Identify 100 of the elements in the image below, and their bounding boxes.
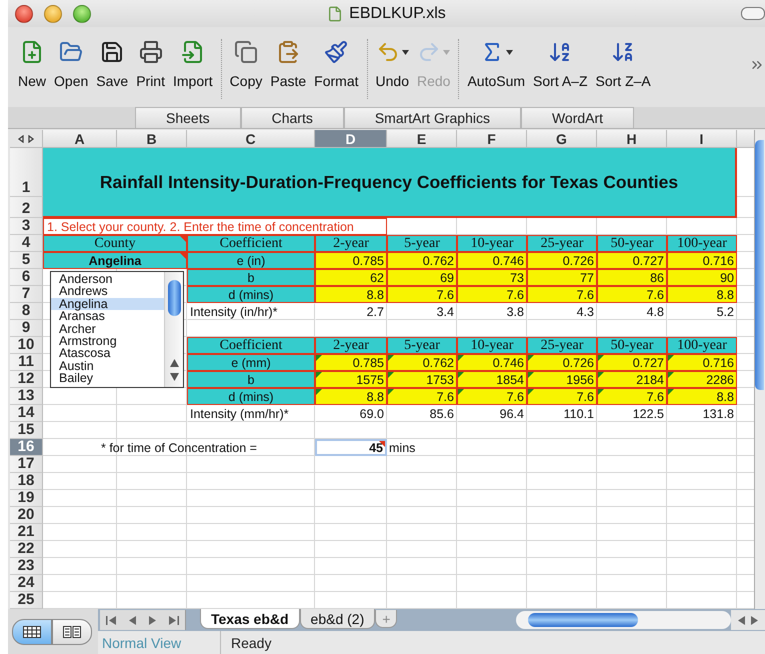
comment-flag-icon: [528, 389, 534, 395]
select-all-icon[interactable]: [18, 134, 34, 142]
list-option[interactable]: Armstrong: [51, 334, 164, 348]
sheet-tab[interactable]: eb&d (2): [300, 609, 376, 629]
table-cell: 5.2: [667, 303, 737, 320]
toolbar-button[interactable]: Import: [168, 39, 217, 100]
row-heading[interactable]: 4: [10, 235, 43, 252]
row-heading[interactable]: 16: [10, 439, 43, 456]
row-heading[interactable]: 18: [10, 473, 43, 490]
row-heading[interactable]: 24: [10, 575, 43, 592]
ribbon-tab[interactable]: Charts: [240, 107, 344, 128]
row-heading[interactable]: 19: [10, 490, 43, 507]
table-cell: 69.0: [315, 405, 387, 422]
zoom-button[interactable]: [73, 4, 91, 23]
down-arrow-icon[interactable]: [170, 373, 178, 381]
row-heading[interactable]: 9: [10, 320, 43, 337]
column-header: 10-year: [457, 337, 527, 354]
row-heading[interactable]: 10: [10, 337, 43, 354]
row-heading[interactable]: 22: [10, 541, 43, 558]
view-button[interactable]: [52, 618, 92, 644]
table-cell: 0.726: [527, 354, 597, 371]
ribbon-tab[interactable]: WordArt: [520, 107, 634, 128]
last-sheet-icon[interactable]: [168, 616, 179, 624]
list-option[interactable]: Archer: [51, 322, 164, 335]
comment-flag-icon: [388, 372, 394, 378]
scroll-thumb[interactable]: [528, 613, 638, 627]
row-heading[interactable]: 8: [10, 303, 43, 320]
up-arrow-icon[interactable]: [170, 359, 178, 367]
unit-text: mins: [388, 440, 416, 456]
toolbar-button[interactable]: AutoSum: [463, 39, 530, 100]
toolbar-toggle-button[interactable]: [741, 7, 765, 20]
ribbon-tab[interactable]: Sheets: [135, 107, 241, 128]
table-cell: 0.785: [315, 354, 387, 371]
scroll-left-icon[interactable]: [737, 616, 745, 624]
toolbar-button[interactable]: Paste: [266, 39, 310, 100]
row-heading[interactable]: 25: [10, 592, 43, 609]
column-heading[interactable]: I: [667, 130, 737, 148]
table-cell: 1575: [315, 371, 387, 388]
row-heading[interactable]: 7: [10, 286, 43, 303]
view-status: Normal View: [98, 631, 221, 654]
column-heading[interactable]: F: [457, 130, 527, 148]
row-heading[interactable]: 14: [10, 405, 43, 422]
list-option[interactable]: Anderson: [51, 273, 164, 286]
toolbar-button[interactable]: Sort Z–A: [592, 39, 655, 100]
row-label: e (in): [187, 252, 315, 269]
toolbar-button[interactable]: Sort A–Z: [529, 39, 592, 100]
row-label: Intensity (in/hr)*: [187, 303, 315, 320]
row-heading[interactable]: 1: [10, 148, 43, 197]
column-heading[interactable]: E: [387, 130, 457, 148]
column-heading[interactable]: C: [187, 130, 315, 148]
toolbar-button[interactable]: Save: [92, 39, 132, 100]
toolbar-button[interactable]: Open: [50, 39, 92, 100]
row-heading[interactable]: 6: [10, 269, 43, 286]
row-heading[interactable]: 11: [10, 354, 43, 371]
view-button[interactable]: [12, 618, 52, 644]
previous-sheet-icon[interactable]: [128, 616, 136, 624]
row-heading[interactable]: 2: [10, 197, 43, 218]
next-sheet-icon[interactable]: [148, 616, 157, 624]
list-option[interactable]: Atascosa: [51, 347, 164, 360]
table-cell: 7.6: [597, 388, 667, 405]
input-field[interactable]: 45: [315, 439, 387, 456]
close-button[interactable]: [15, 4, 33, 23]
ribbon-tab[interactable]: SmartArt Graphics: [344, 107, 521, 128]
column-heading[interactable]: H: [597, 130, 667, 148]
table-cell: 7.6: [387, 286, 457, 303]
toolbar-button[interactable]: Copy: [226, 39, 266, 100]
list-option[interactable]: Bailey: [51, 372, 164, 385]
first-sheet-icon[interactable]: [106, 616, 116, 624]
row-heading[interactable]: 21: [10, 524, 43, 541]
minimize-button[interactable]: [44, 4, 62, 23]
column-heading[interactable]: A: [43, 130, 117, 148]
row-heading[interactable]: 17: [10, 456, 43, 473]
list-option[interactable]: Angelina: [51, 298, 164, 310]
list-option[interactable]: Austin: [51, 360, 164, 372]
row-heading[interactable]: 20: [10, 507, 43, 524]
toolbar-button[interactable]: New: [14, 39, 50, 100]
toolbar-button[interactable]: Undo: [372, 39, 413, 100]
table-cell: 7.6: [387, 388, 457, 405]
row-heading[interactable]: 13: [10, 388, 43, 405]
table-cell: 4.3: [527, 303, 597, 320]
list-option[interactable]: Aransas: [51, 310, 164, 323]
row-heading[interactable]: 15: [10, 422, 43, 439]
scroll-thumb[interactable]: [755, 140, 764, 390]
column-header: 50-year: [597, 235, 667, 252]
column-heading[interactable]: G: [527, 130, 597, 148]
scroll-right-icon[interactable]: [751, 616, 759, 624]
label-text: * for time of Concentration =: [100, 440, 258, 456]
row-heading[interactable]: 3: [10, 218, 43, 235]
toolbar-button[interactable]: Format: [310, 39, 363, 100]
scroll-thumb[interactable]: [168, 280, 180, 316]
list-option[interactable]: Andrews: [51, 285, 164, 298]
column-heading[interactable]: D: [315, 130, 387, 148]
sheet-tab[interactable]: Texas eb&d: [200, 609, 300, 629]
row-heading[interactable]: 23: [10, 558, 43, 575]
row-heading[interactable]: 5: [10, 252, 43, 269]
column-header: 10-year: [457, 235, 527, 252]
comment-flag-icon: [598, 389, 604, 395]
column-heading[interactable]: B: [117, 130, 187, 148]
row-heading[interactable]: 12: [10, 371, 43, 388]
toolbar-button[interactable]: Print: [132, 39, 169, 100]
